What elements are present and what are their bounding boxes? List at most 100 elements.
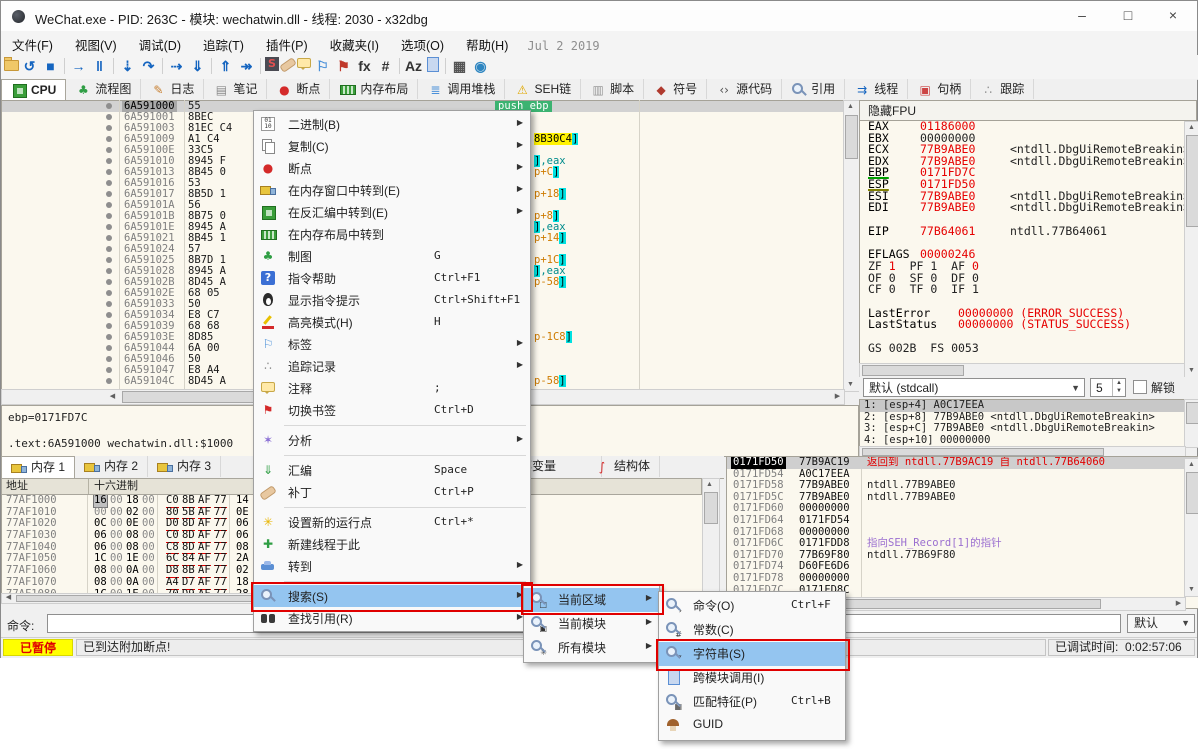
bookmarks-icon[interactable]: ⚑	[333, 56, 354, 76]
scroll-thumb[interactable]	[1186, 402, 1198, 424]
breakpoint-dot-icon[interactable]	[106, 257, 112, 263]
breakpoint-dot-icon[interactable]	[106, 158, 112, 164]
menu-item-toggle-bookmark[interactable]: ⚑切换书签Ctrl+D	[254, 399, 530, 421]
tab-references[interactable]: 引用	[782, 79, 845, 99]
registers-hscrollbar[interactable]	[859, 363, 1186, 378]
menu-item-analysis[interactable]: ✶分析▶	[254, 429, 530, 451]
maximize-button[interactable]: □	[1105, 1, 1151, 30]
patch-icon[interactable]	[280, 56, 296, 72]
menu-item-trace-record[interactable]: ∴追踪记录▶	[254, 355, 530, 377]
dump-vscrollbar[interactable]: ▲ ▼	[702, 478, 720, 604]
tab-notes[interactable]: ▤笔记	[204, 79, 267, 99]
restart-icon[interactable]: ↺	[19, 56, 40, 76]
register-line[interactable]: EDI77B9ABE0<ntdll.DbgUiRemoteBreakin>	[860, 202, 1185, 214]
register-line[interactable]: LastStatus00000000 (STATUS_SUCCESS)	[860, 319, 1185, 331]
breakpoint-dot-icon[interactable]	[106, 323, 112, 329]
titlebar[interactable]: WeChat.exe - PID: 263C - 模块: wechatwin.d…	[1, 1, 1197, 32]
breakpoint-dot-icon[interactable]	[106, 235, 112, 241]
tab-graph[interactable]: ♣流程图	[66, 79, 141, 99]
submenu-item-string-references[interactable]: “字符串(S)	[659, 642, 845, 666]
menu-item-search[interactable]: 搜索(S)▶	[254, 585, 530, 607]
scroll-left-arrow[interactable]: ◀	[106, 391, 119, 403]
breakpoint-dot-icon[interactable]	[106, 367, 112, 373]
scroll-thumb[interactable]	[862, 448, 1104, 456]
hide-fpu-button[interactable]: 隐藏FPU	[859, 100, 1197, 121]
breakpoint-dot-icon[interactable]	[106, 290, 112, 296]
comments-icon[interactable]	[296, 56, 312, 72]
stack-row[interactable]: 0171FD6C0171FDD8指向SEH_Record[1]的指针	[727, 538, 1198, 550]
breakpoint-dot-icon[interactable]	[106, 180, 112, 186]
scroll-right-arrow[interactable]: ▶	[831, 391, 844, 403]
breakpoint-dot-icon[interactable]	[106, 136, 112, 142]
register-line[interactable]: EIP77B64061ntdll.77B64061	[860, 226, 1185, 238]
menu-item-goto-in-memory-window[interactable]: 在内存窗口中转到(E)▶	[254, 179, 530, 201]
modules-icon[interactable]	[427, 57, 439, 72]
argument-row[interactable]: 1: [esp+4] A0C17EEA	[860, 400, 1185, 412]
submenu-item-constant[interactable]: #常数(C)	[659, 618, 845, 642]
menubar-item[interactable]: 追踪(T)	[192, 31, 255, 58]
stack-row[interactable]: 0171FD74D60FE6D6	[727, 561, 1198, 573]
spinner-buttons[interactable]: ▲▼	[1112, 379, 1125, 396]
tab-symbols[interactable]: ◆符号	[644, 79, 707, 99]
registers-panel[interactable]: EAX01186000EBX00000000ECX77B9ABE0<ntdll.…	[859, 121, 1186, 364]
menu-item-instruction-help[interactable]: ?指令帮助Ctrl+F1	[254, 267, 530, 289]
argument-row[interactable]: 4: [esp+10] 00000000	[860, 435, 1185, 447]
breakpoint-dot-icon[interactable]	[106, 103, 112, 109]
menu-item-show-mnemonic-brief[interactable]: 显示指令提示Ctrl+Shift+F1	[254, 289, 530, 311]
breakpoint-dot-icon[interactable]	[106, 334, 112, 340]
tab-call-stack[interactable]: ≣调用堆栈	[418, 79, 505, 99]
breakpoint-dot-icon[interactable]	[106, 246, 112, 252]
run-trace-icon[interactable]: ⇢	[166, 56, 187, 76]
menu-item-comment[interactable]: 注释;	[254, 377, 530, 399]
argument-count-spinner[interactable]: 5 ▲▼	[1090, 378, 1126, 397]
register-line[interactable]: EDX77B9ABE0<ntdll.DbgUiRemoteBreakin>	[860, 156, 1185, 168]
menu-item-patch[interactable]: 补丁Ctrl+P	[254, 481, 530, 503]
scroll-left-arrow[interactable]: ◀	[2, 592, 15, 604]
breakpoint-dot-icon[interactable]	[106, 213, 112, 219]
comment-column-divider[interactable]	[639, 100, 640, 389]
submenu-item-command[interactable]: ›命令(O)Ctrl+F	[659, 594, 845, 618]
menu-item-goto-in-disassembly[interactable]: 在反汇编中转到(E)▶	[254, 201, 530, 223]
stack-row[interactable]: 0171FD6000000000	[727, 503, 1198, 515]
stack-row[interactable]: 0171FD5077B9AC19返回到 ntdll.77B9AC19 自 ntd…	[727, 457, 1198, 469]
stack-row[interactable]: 0171FD5877B9ABE0ntdll.77B9ABE0	[727, 480, 1198, 492]
close-debuggee-icon[interactable]: ■	[40, 56, 61, 76]
breakpoint-dot-icon[interactable]	[106, 301, 112, 307]
registers-vscrollbar[interactable]: ▲ ▼	[1184, 121, 1198, 378]
submenu-item-current-region[interactable]: □当前区域▶	[524, 588, 659, 612]
menu-item-new-thread-here[interactable]: ✚新建线程于此	[254, 533, 530, 555]
step-into-alt-icon[interactable]: ⇓	[187, 56, 208, 76]
labels-icon[interactable]: ⚐	[312, 56, 333, 76]
breakpoint-dot-icon[interactable]	[106, 312, 112, 318]
seh-badge-icon[interactable]: S	[265, 57, 279, 71]
tab-handles[interactable]: ▣句柄	[908, 79, 971, 99]
argument-row[interactable]: 3: [esp+C] 77B9ABE0 <ntdll.DbgUiRemoteBr…	[860, 423, 1185, 435]
stack-row[interactable]: 0171FD640171FD54	[727, 515, 1198, 527]
arguments-vscrollbar[interactable]	[1184, 399, 1198, 448]
scroll-down-arrow[interactable]: ▼	[844, 379, 857, 391]
breakpoint-dot-icon[interactable]	[106, 356, 112, 362]
menu-item-assemble[interactable]: ⇓汇编Space	[254, 459, 530, 481]
stack-row[interactable]: 0171FD5C77B9ABE0ntdll.77B9ABE0	[727, 492, 1198, 504]
scroll-thumb[interactable]	[862, 365, 964, 376]
submenu-item-pattern[interactable]: ▦匹配特征(P)Ctrl+B	[659, 690, 845, 714]
disasm-vscrollbar[interactable]: ▲ ▼	[843, 100, 860, 392]
close-button[interactable]: ×	[1151, 1, 1195, 30]
tab-breakpoints[interactable]: ●断点	[267, 79, 330, 99]
menubar-item[interactable]: 收藏夹(I)	[319, 31, 390, 58]
scroll-thumb[interactable]	[845, 115, 858, 159]
menu-item-set-new-origin[interactable]: ✳设置新的运行点Ctrl+*	[254, 511, 530, 533]
submenu-item-intermodular-calls[interactable]: 跨模块调用(I)	[659, 666, 845, 690]
breakpoint-dot-icon[interactable]	[106, 224, 112, 230]
scroll-down-arrow[interactable]: ▼	[1185, 365, 1198, 377]
menu-item-goto-in-memory-map[interactable]: 在内存布局中转到	[254, 223, 530, 245]
globe-icon[interactable]: ◉	[470, 56, 491, 76]
menubar-item[interactable]: 帮助(H)	[455, 31, 519, 58]
menu-item-goto[interactable]: 转到▶	[254, 555, 530, 577]
breakpoint-dot-icon[interactable]	[106, 279, 112, 285]
menu-item-copy[interactable]: 复制(C)▶	[254, 135, 530, 157]
tab-dump-1[interactable]: 内存 1	[1, 456, 75, 479]
calling-convention-dropdown[interactable]: 默认 (stdcall) ▼	[863, 378, 1085, 397]
scroll-up-arrow[interactable]: ▲	[844, 101, 857, 113]
submenu-item-current-module[interactable]: ▣当前模块▶	[524, 612, 659, 636]
